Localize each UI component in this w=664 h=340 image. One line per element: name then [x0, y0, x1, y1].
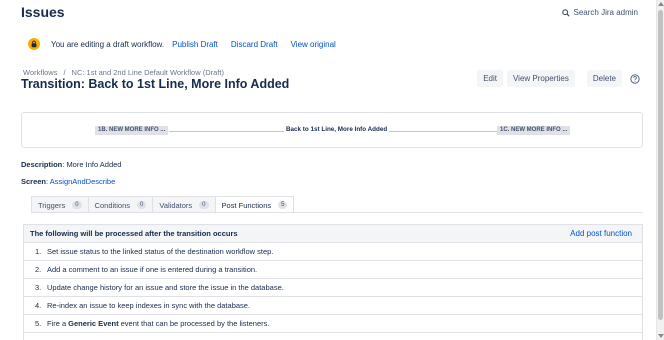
draft-banner: You are editing a draft workflow. Publis…	[28, 35, 349, 53]
search-jira-admin-link[interactable]: Search Jira admin	[561, 8, 638, 17]
tab-label: Triggers	[38, 200, 66, 210]
item-number: 1.	[35, 247, 42, 256]
screen-line: Screen: AssignAndDescribe	[21, 177, 116, 186]
vertical-scrollbar[interactable]	[656, 0, 664, 340]
add-post-function-link[interactable]: Add post function	[570, 229, 632, 238]
breadcrumb: Workflows / NC: 1st and 2nd Line Default…	[23, 68, 224, 77]
item-number: 3.	[35, 283, 42, 292]
transition-label: Back to 1st Line, More Info Added	[284, 126, 390, 133]
post-functions-title: The following will be processed after th…	[30, 229, 238, 238]
tab-count-badge: 0	[72, 201, 82, 209]
view-properties-button[interactable]: View Properties	[506, 70, 575, 87]
description-line: Description: More Info Added	[21, 160, 122, 169]
transition-tabs: Triggers 0 Conditions 0 Validators 0 Pos…	[31, 196, 295, 214]
tab-label: Validators	[159, 200, 193, 210]
item-text-suffix: event that can be processed by the liste…	[120, 319, 270, 328]
tab-label: Post Functions	[221, 200, 272, 210]
list-item: 4. Re-index an issue to keep indexes in …	[24, 297, 642, 315]
item-text: Add a comment to an issue if one is ente…	[47, 265, 258, 274]
page-title: Issues	[21, 4, 65, 20]
description-label: Description	[21, 160, 63, 169]
tab-label: Conditions	[94, 200, 131, 210]
item-number: 4.	[35, 301, 42, 310]
scroll-down-icon[interactable]	[658, 334, 664, 338]
item-text-prefix: Fire a	[47, 319, 67, 328]
tab-validators[interactable]: Validators 0	[152, 196, 216, 213]
item-text: Set issue status to the linked status of…	[47, 247, 274, 256]
post-functions-panel: The following will be processed after th…	[23, 224, 643, 340]
warning-icon	[28, 38, 40, 50]
scroll-up-icon[interactable]	[658, 2, 664, 6]
item-number: 2.	[35, 265, 42, 274]
view-original-link[interactable]: View original	[291, 40, 336, 49]
edit-button[interactable]: Edit	[477, 70, 503, 87]
transition-title: Transition: Back to 1st Line, More Info …	[21, 77, 290, 91]
generic-event-link[interactable]: Generic Event	[68, 319, 118, 328]
tab-conditions[interactable]: Conditions 0	[87, 196, 154, 213]
help-icon[interactable]	[630, 73, 640, 84]
search-label: Search Jira admin	[573, 8, 638, 17]
to-status-lozenge: 1C. NEW MORE INFO ...	[497, 126, 571, 135]
publish-draft-link[interactable]: Publish Draft	[172, 40, 218, 49]
transition-diagram: 1B. NEW MORE INFO ... Back to 1st Line, …	[21, 112, 643, 148]
scrollbar-thumb[interactable]	[658, 10, 663, 320]
list-item: 1. Set issue status to the linked status…	[24, 243, 642, 261]
discard-draft-link[interactable]: Discard Draft	[231, 40, 278, 49]
item-text: Update change history for an issue and s…	[47, 283, 284, 292]
breadcrumb-separator: /	[63, 68, 66, 77]
item-number: 5.	[35, 319, 42, 328]
post-functions-header: The following will be processed after th…	[24, 225, 642, 243]
breadcrumb-workflows[interactable]: Workflows	[23, 68, 57, 77]
list-item: 5. Fire a Generic Event event that can b…	[24, 315, 642, 333]
tab-count-badge: 0	[137, 201, 147, 209]
transition-actions: Edit View Properties Delete	[477, 70, 640, 87]
list-item: 2. Add a comment to an issue if one is e…	[24, 261, 642, 279]
tab-count-badge: 5	[278, 201, 288, 209]
tabs-divider	[31, 212, 643, 213]
tab-count-badge: 0	[199, 201, 209, 209]
search-icon	[561, 8, 570, 17]
from-status-lozenge: 1B. NEW MORE INFO ...	[95, 126, 169, 135]
draft-message: You are editing a draft workflow.	[51, 39, 165, 49]
list-item: 3. Update change history for an issue an…	[24, 279, 642, 297]
breadcrumb-current-workflow[interactable]: NC: 1st and 2nd Line Default Workflow (D…	[72, 68, 224, 77]
tab-triggers[interactable]: Triggers 0	[31, 196, 89, 213]
description-value: More Info Added	[66, 160, 122, 169]
page: Issues Search Jira admin You are editing…	[0, 0, 656, 340]
item-text: Re-index an issue to keep indexes in syn…	[47, 301, 251, 310]
screen-label: Screen	[21, 177, 47, 186]
screen-link[interactable]: AssignAndDescribe	[50, 177, 115, 186]
delete-button[interactable]: Delete	[586, 70, 622, 87]
